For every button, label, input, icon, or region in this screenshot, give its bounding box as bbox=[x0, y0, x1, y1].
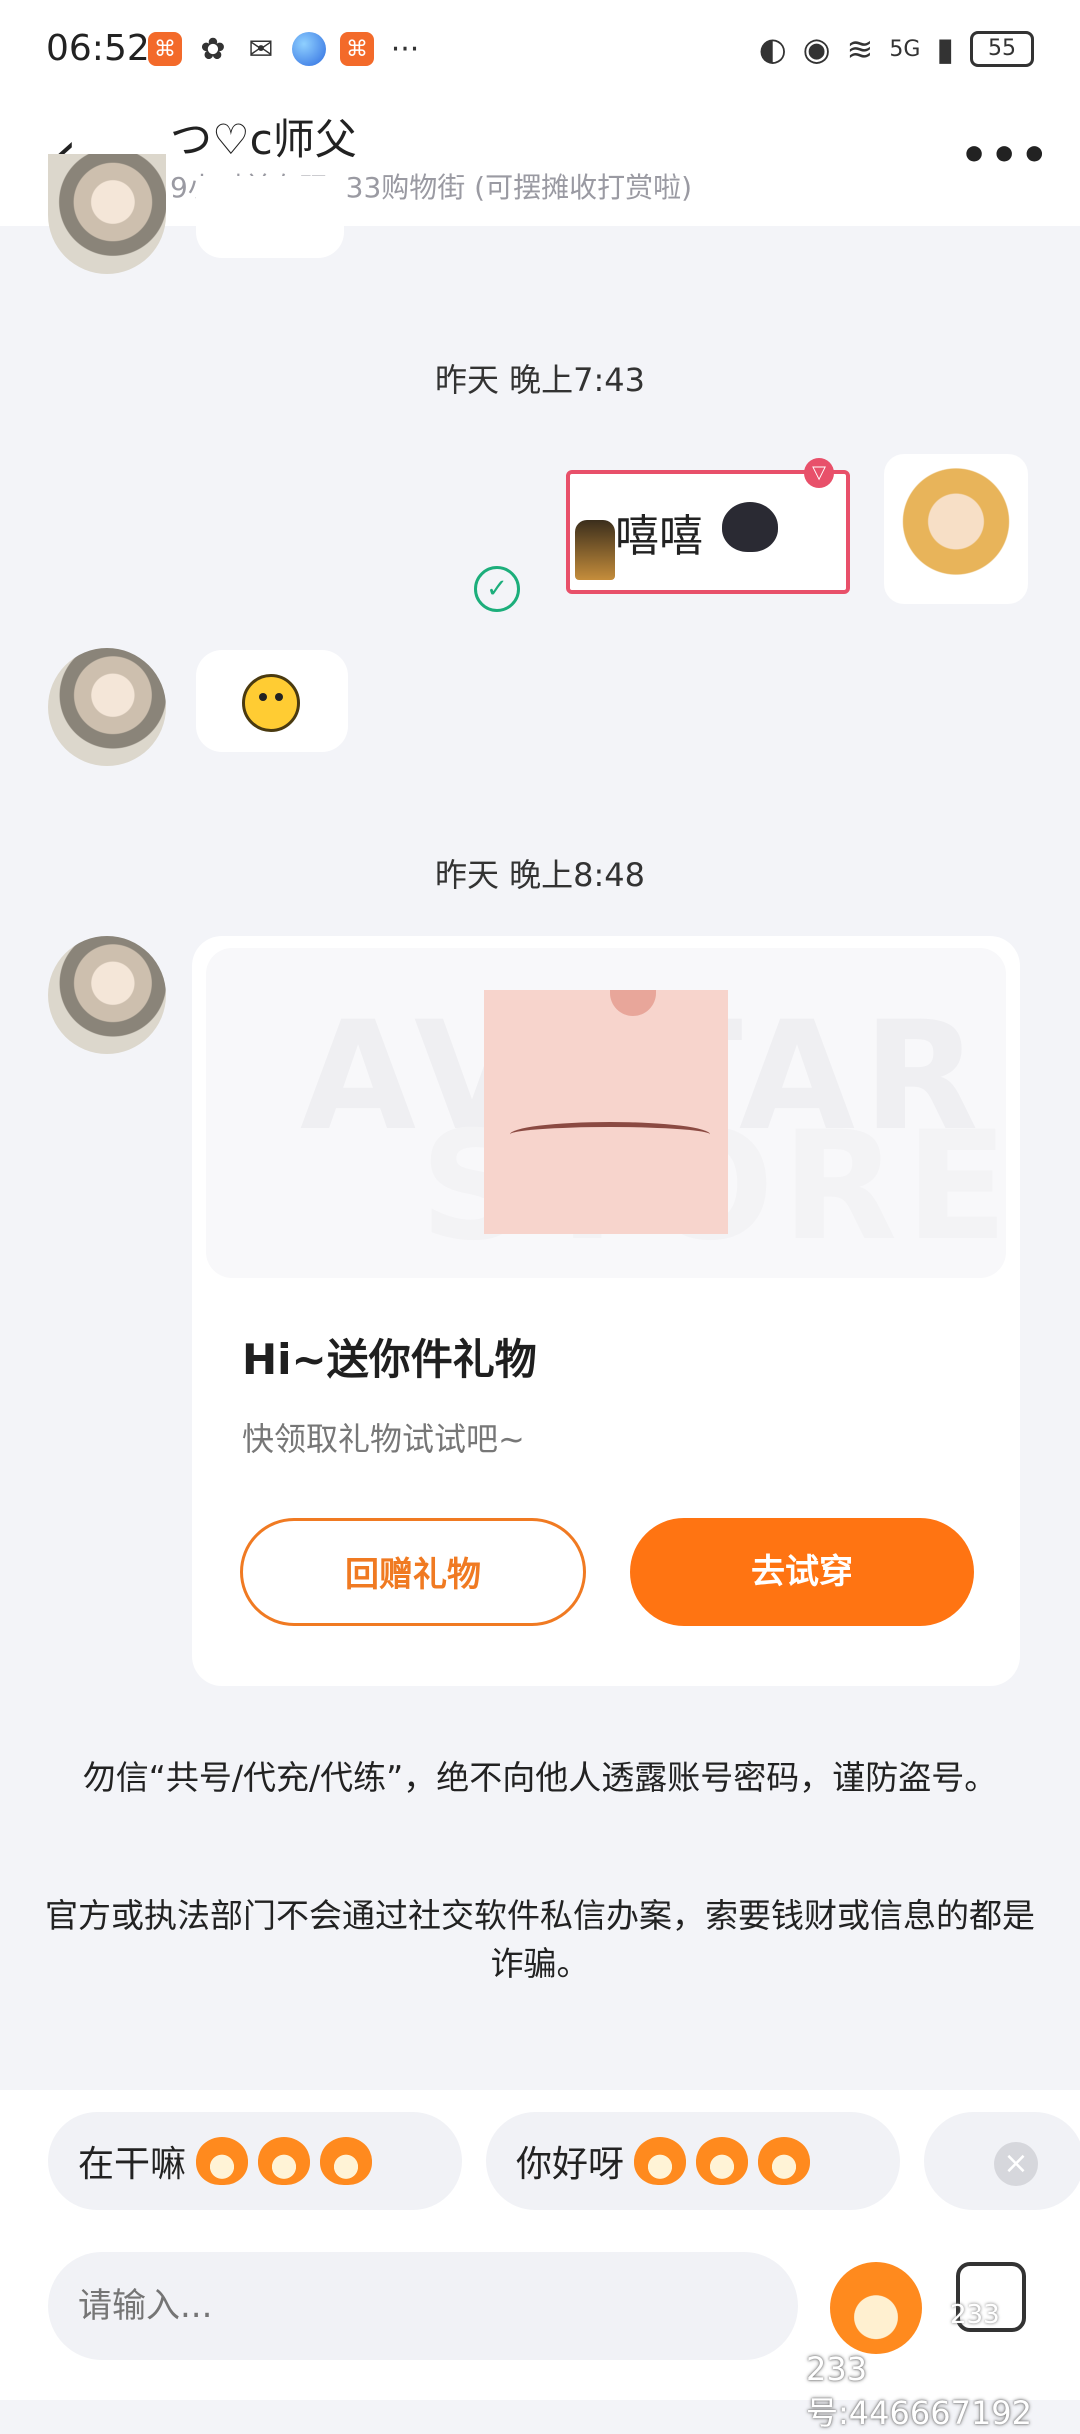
try-on-button[interactable]: 去试穿 bbox=[630, 1518, 974, 1626]
chip-emojis bbox=[196, 2137, 373, 2185]
fraud-notice: 官方或执法部门不会通过社交软件私信办案，索要钱财或信息的都是诈骗。 bbox=[45, 1896, 1035, 1983]
message-bubble bbox=[196, 176, 344, 258]
status-system-icons: ◐ ◉ ≋ 5G ▮ 55 bbox=[759, 30, 1034, 68]
timestamp: 昨天 晚上8:48 bbox=[434, 856, 646, 894]
contact-avatar[interactable] bbox=[48, 648, 166, 766]
sticker-text: 嘻嘻 bbox=[615, 511, 703, 562]
quick-reply-label: 你好呀 bbox=[516, 2144, 625, 2185]
battery-icon: 55 bbox=[970, 31, 1034, 67]
status-notification-icons: ⌘ ✿ ✉ ⌘ ··· bbox=[148, 31, 422, 67]
monkey-emoji-icon bbox=[196, 2137, 249, 2185]
contact-avatar[interactable] bbox=[48, 936, 166, 1054]
globe-icon bbox=[292, 32, 326, 66]
nfc-icon: ◐ bbox=[758, 30, 787, 68]
more-notifications-icon: ··· bbox=[390, 31, 420, 67]
gift-item-image bbox=[484, 990, 728, 1234]
more-options-button[interactable]: ••• bbox=[960, 130, 1050, 181]
quick-reply-chip[interactable]: 你好呀 bbox=[486, 2112, 900, 2210]
wifi-icon: ≋ bbox=[846, 30, 874, 68]
gift-description: 快领取礼物试试吧~ bbox=[242, 1420, 525, 1458]
signal-icon: ▮ bbox=[936, 30, 954, 68]
monkey-emoji-icon bbox=[758, 2137, 811, 2185]
app-notification-icon: ⌘ bbox=[340, 32, 374, 66]
cat-sticker-icon bbox=[722, 502, 778, 552]
sticker-character bbox=[575, 520, 615, 580]
monkey-emoji-icon bbox=[696, 2137, 749, 2185]
app-notification-icon: ⌘ bbox=[148, 32, 182, 66]
network-type: 5G bbox=[889, 36, 921, 62]
return-gift-button[interactable]: 回赠礼物 bbox=[240, 1518, 586, 1626]
quick-reply-label: 在干嘛 bbox=[78, 2144, 187, 2185]
read-check-icon: ✓ bbox=[474, 566, 520, 612]
monkey-emoji-icon bbox=[258, 2137, 311, 2185]
eye-icon: ◉ bbox=[802, 30, 831, 68]
monkey-emoji-icon bbox=[320, 2137, 373, 2185]
chip-emojis bbox=[634, 2137, 811, 2185]
emoji-face-icon bbox=[242, 674, 300, 732]
watermark-logo: 233 bbox=[950, 2300, 1000, 2330]
security-notice: 勿信“共号/代充/代练”，绝不向他人透露账号密码，谨防盗号。 bbox=[82, 1758, 998, 1797]
quick-reply-chip[interactable]: 在干嘛 bbox=[48, 2112, 462, 2210]
chat-title: つ♡c师父 bbox=[170, 115, 357, 164]
emoji-picker-icon[interactable] bbox=[830, 2262, 922, 2354]
account-id-watermark: 233号:446667192 bbox=[806, 2350, 1033, 2432]
gift-item-mouth bbox=[510, 1122, 710, 1147]
wechat-icon: ✉ bbox=[248, 31, 274, 67]
my-avatar[interactable] bbox=[884, 454, 1028, 604]
message-input[interactable] bbox=[48, 2252, 798, 2360]
heart-icon: ▽ bbox=[804, 458, 834, 488]
message-bubble[interactable] bbox=[196, 650, 348, 752]
close-icon[interactable]: × bbox=[994, 2142, 1038, 2186]
status-time: 06:52 bbox=[46, 28, 150, 69]
monkey-emoji-icon bbox=[634, 2137, 687, 2185]
contact-avatar[interactable] bbox=[48, 154, 166, 274]
timestamp: 昨天 晚上7:43 bbox=[434, 361, 646, 399]
gift-title: Hi~送你件礼物 bbox=[242, 1335, 537, 1384]
paw-icon: ✿ bbox=[200, 31, 226, 67]
